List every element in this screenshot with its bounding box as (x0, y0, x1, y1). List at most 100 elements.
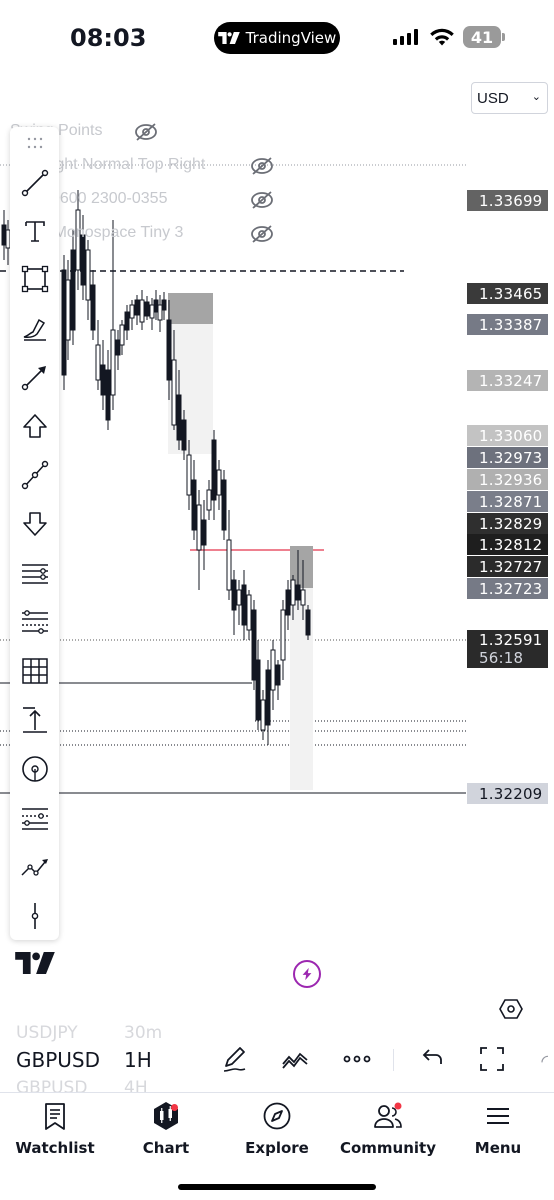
candle-body (110, 329, 116, 396)
more-dots-icon (343, 1055, 371, 1063)
candle (196, 490, 202, 590)
candle (144, 296, 150, 320)
candle (221, 470, 227, 540)
timeframe[interactable]: 1H (124, 1048, 152, 1072)
undo-icon (422, 1049, 442, 1064)
price-label: 1.33465 (467, 283, 548, 304)
community-icon (374, 1102, 402, 1128)
nav-watchlist[interactable]: Watchlist (0, 1101, 110, 1157)
watchlist-icon (45, 1103, 65, 1130)
candle (95, 320, 101, 390)
candle (305, 605, 311, 640)
more-button[interactable] (340, 1042, 374, 1076)
candle (251, 600, 257, 690)
candle (134, 295, 140, 325)
path-tool[interactable] (15, 455, 55, 495)
price-range-tool[interactable] (15, 700, 55, 740)
candle (65, 260, 71, 360)
candle (129, 300, 135, 330)
circle-tool[interactable] (15, 749, 55, 789)
candle-body (221, 479, 227, 531)
prev-timeframe: 30m (124, 1023, 163, 1043)
nav-explore[interactable]: Explore (222, 1101, 332, 1157)
supply-zone (168, 293, 213, 324)
candle-body (191, 479, 197, 531)
circle-icon (22, 756, 48, 782)
vertical-line-tool[interactable] (15, 896, 55, 936)
grid-tool[interactable] (15, 651, 55, 691)
fullscreen-icon (480, 1047, 504, 1071)
candle-body (100, 364, 106, 396)
price-label: 1.32871 (467, 491, 548, 512)
candle-body (157, 304, 163, 321)
candle-body (144, 301, 150, 317)
candle (139, 290, 145, 330)
eye-off-icon[interactable] (249, 156, 275, 176)
scroll-more-button[interactable] (534, 1042, 554, 1076)
chart-levels (0, 164, 466, 794)
candle-body (115, 339, 121, 356)
candle (153, 290, 159, 320)
brush-tool[interactable] (15, 308, 55, 348)
tradingview-logo-icon (15, 952, 55, 974)
fib-retracement-tool[interactable] (15, 602, 55, 642)
trend-line-tool[interactable] (15, 163, 55, 203)
arrow-up-tool[interactable] (15, 406, 55, 446)
fullscreen-button[interactable] (475, 1042, 509, 1076)
lightning-button[interactable] (293, 960, 321, 988)
eye-off-icon[interactable] (249, 224, 275, 244)
candle (236, 580, 242, 625)
candle-body (181, 419, 187, 451)
candle (70, 230, 76, 345)
candle-body (61, 269, 67, 376)
price-label: 1.32727 (467, 556, 548, 577)
rectangle-tool[interactable] (15, 259, 55, 299)
symbol-name[interactable]: GBPUSD (16, 1048, 100, 1072)
candle-body (119, 324, 125, 346)
drag-grip-icon[interactable] (27, 137, 43, 149)
nav-menu[interactable]: Menu (443, 1101, 553, 1157)
drawing-toolbar (10, 127, 59, 940)
candle-body (251, 609, 257, 681)
prev-symbol-name: USDJPY (16, 1023, 78, 1043)
price-label: 1.32829 (467, 513, 548, 534)
candle (149, 298, 155, 330)
parallel-channel-tool[interactable] (15, 553, 55, 593)
undo-button[interactable] (414, 1042, 448, 1076)
nav-chart[interactable]: Chart (111, 1101, 221, 1157)
prev-symbol[interactable]: USDJPY 30m (16, 1023, 162, 1043)
candle-body (166, 319, 172, 381)
fib-extension-tool[interactable] (15, 798, 55, 838)
candle-body (80, 234, 86, 286)
nav-label: Community (339, 1139, 437, 1157)
drawing-pen-button[interactable] (218, 1042, 252, 1076)
candle (157, 295, 163, 332)
arrow-up-icon (23, 414, 47, 438)
settings-hexagon-icon[interactable] (499, 997, 523, 1021)
candle (275, 660, 281, 700)
fib-retracement-icon (22, 610, 48, 634)
eye-off-icon[interactable] (133, 122, 159, 142)
pen-icon (223, 1047, 246, 1072)
candle-body (171, 359, 177, 426)
nav-community[interactable]: Community (333, 1101, 443, 1157)
indicators-button[interactable] (278, 1042, 312, 1076)
price-label: 1.33387 (467, 314, 548, 335)
candle (211, 430, 217, 520)
nav-label: Explore (245, 1139, 309, 1157)
forecast-tool[interactable] (15, 847, 55, 887)
candle-body (241, 584, 247, 626)
candle (231, 570, 237, 635)
eye-off-icon[interactable] (249, 190, 275, 210)
arrow-down-tool[interactable] (15, 504, 55, 544)
bar-countdown: 56:18 (479, 649, 524, 667)
fib-extension-icon (22, 808, 48, 830)
lightning-icon (302, 967, 312, 981)
candle-body (211, 439, 217, 501)
arrow-line-tool[interactable] (15, 357, 55, 397)
candle-body (246, 594, 252, 631)
price-label: 1.33060 (467, 425, 548, 446)
forecast-icon (21, 859, 48, 876)
nav-label: Menu (474, 1139, 522, 1157)
text-tool[interactable] (15, 211, 55, 251)
